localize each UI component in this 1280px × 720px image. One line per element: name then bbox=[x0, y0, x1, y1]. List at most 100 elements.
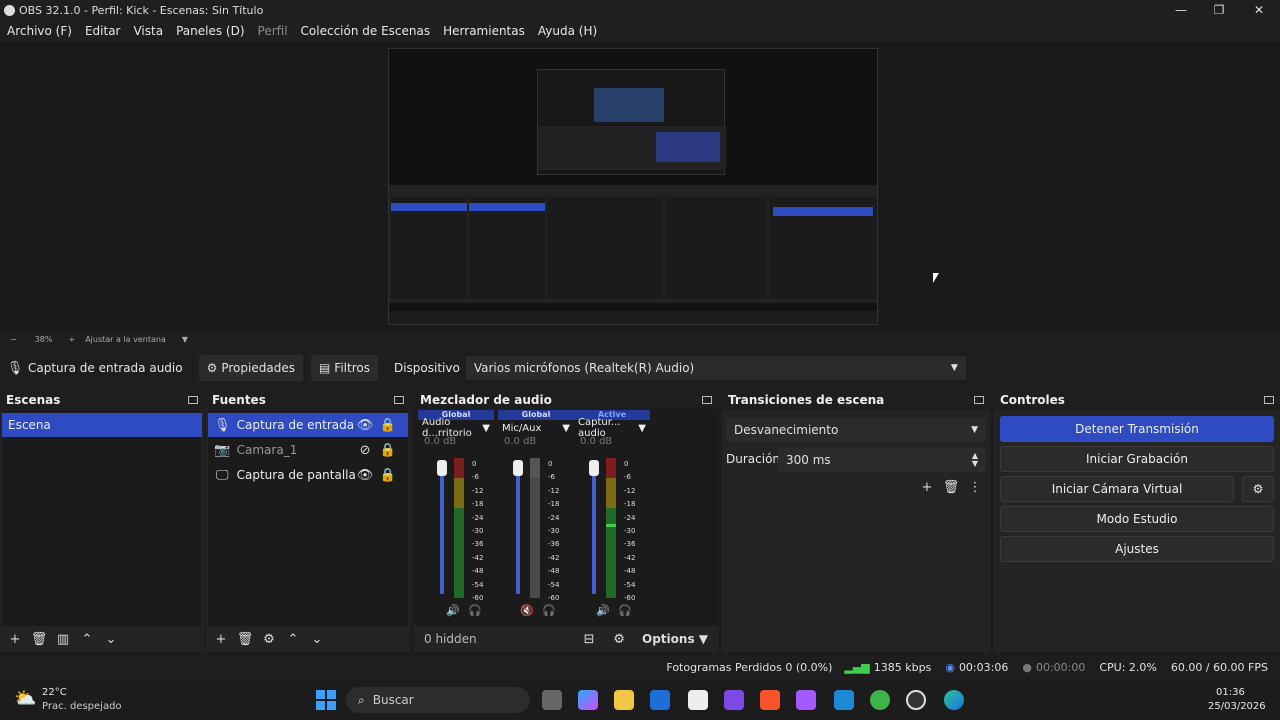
eye-hidden-icon[interactable]: ⊘ bbox=[357, 441, 374, 459]
start-recording-button[interactable]: Iniciar Grabación bbox=[1000, 446, 1274, 472]
menu-perfil[interactable]: Perfil bbox=[258, 24, 288, 38]
volume-knob[interactable] bbox=[513, 460, 523, 476]
obs-icon[interactable] bbox=[906, 690, 926, 710]
menu-coleccion[interactable]: Colección de Escenas bbox=[301, 24, 431, 38]
taskbar-search[interactable]: ⌕ Buscar bbox=[346, 687, 530, 713]
volume-knob[interactable] bbox=[437, 460, 447, 476]
preview-nested-docks bbox=[389, 185, 877, 303]
spin-arrows-icon[interactable]: ▲ ▼ bbox=[972, 452, 978, 468]
eye-icon[interactable]: 👁 bbox=[357, 416, 374, 434]
filter-icon[interactable]: ▥ bbox=[54, 630, 72, 648]
start-virtual-camera-button[interactable]: Iniciar Cámara Virtual bbox=[1000, 476, 1234, 502]
advanced-audio-icon[interactable]: ⚙ bbox=[610, 630, 628, 648]
volume-slider[interactable] bbox=[440, 462, 444, 594]
arrow-down-icon[interactable]: ⌄ bbox=[102, 630, 120, 648]
obs-logo-icon bbox=[4, 4, 15, 16]
undock-icon[interactable] bbox=[394, 396, 404, 404]
start-virtual-camera-label: Iniciar Cámara Virtual bbox=[1051, 482, 1183, 496]
close-button[interactable]: ✕ bbox=[1240, 0, 1278, 20]
volume-knob[interactable] bbox=[589, 460, 599, 476]
more-options-icon[interactable]: ⋮ bbox=[966, 478, 984, 496]
menu-editar[interactable]: Editar bbox=[85, 24, 121, 38]
channel-name-select[interactable]: Captur... audio ▼ bbox=[574, 417, 650, 439]
lock-icon[interactable]: 🔒 bbox=[379, 416, 396, 434]
scenes-title: Escenas bbox=[6, 393, 61, 407]
brave-browser-icon[interactable] bbox=[760, 690, 780, 710]
lock-icon[interactable]: 🔒 bbox=[379, 466, 396, 484]
menu-vista[interactable]: Vista bbox=[133, 24, 163, 38]
add-icon[interactable]: + bbox=[212, 630, 230, 648]
clock-time[interactable]: 01:36 bbox=[1216, 687, 1245, 698]
mixer-options-button[interactable]: Options ▼ bbox=[642, 632, 708, 646]
eye-icon[interactable]: 👁 bbox=[357, 466, 374, 484]
speaker-icon[interactable]: 🔊 bbox=[446, 604, 460, 617]
task-view-icon[interactable] bbox=[542, 690, 562, 710]
zoom-fit-label[interactable]: Ajustar a la ventana bbox=[85, 335, 166, 344]
menu-herramientas[interactable]: Herramientas bbox=[443, 24, 525, 38]
scenes-dock: Escenas Escena + 🗑 ▥ ⌃ ⌄ bbox=[0, 390, 204, 652]
studio-mode-button[interactable]: Modo Estudio bbox=[1000, 506, 1274, 532]
windows-start-icon[interactable] bbox=[316, 690, 336, 710]
menu-paneles[interactable]: Paneles (D) bbox=[176, 24, 244, 38]
file-explorer-icon[interactable] bbox=[614, 690, 634, 710]
razer-icon[interactable] bbox=[870, 690, 890, 710]
notion-icon[interactable] bbox=[688, 690, 708, 710]
microphone-icon: 🎙 bbox=[214, 417, 231, 433]
stop-streaming-button[interactable]: Detener Transmisión bbox=[1000, 416, 1274, 442]
trash-icon[interactable]: 🗑 bbox=[30, 630, 48, 648]
edge-icon[interactable] bbox=[944, 690, 964, 710]
app-icon[interactable] bbox=[724, 690, 744, 710]
arrow-up-icon[interactable]: ⌃ bbox=[78, 630, 96, 648]
minimize-button[interactable]: — bbox=[1162, 0, 1200, 20]
undock-icon[interactable] bbox=[1264, 396, 1274, 404]
trash-icon[interactable]: 🗑 bbox=[942, 478, 960, 496]
headphones-icon[interactable]: 🎧 bbox=[468, 604, 482, 617]
menu-archivo[interactable]: Archivo (F) bbox=[7, 24, 72, 38]
properties-button[interactable]: ⚙ Propiedades bbox=[198, 355, 303, 381]
undock-icon[interactable] bbox=[974, 396, 984, 404]
transitions-title: Transiciones de escena bbox=[728, 393, 885, 407]
device-select[interactable]: Varios micrófonos (Realtek(R) Audio) ▼ bbox=[465, 356, 966, 380]
restore-button[interactable]: ❐ bbox=[1200, 0, 1238, 20]
scene-item[interactable]: Escena bbox=[2, 413, 202, 437]
arrow-down-icon[interactable]: ⌄ bbox=[308, 630, 326, 648]
duration-spinbox[interactable]: 300 ms ▲ ▼ bbox=[778, 448, 986, 472]
menu-ayuda[interactable]: Ayuda (H) bbox=[538, 24, 597, 38]
volume-slider[interactable] bbox=[516, 462, 520, 594]
speaker-icon[interactable]: 🔊 bbox=[596, 604, 610, 617]
headphones-icon[interactable]: 🎧 bbox=[542, 604, 556, 617]
microphone-icon: 🎙 bbox=[6, 360, 24, 376]
source-item[interactable]: 🎙 Captura de entrada audio 👁 🔒 bbox=[208, 413, 408, 437]
transition-select[interactable]: Desvanecimiento ▼ bbox=[726, 418, 986, 442]
channel-name-select[interactable]: Audio d...rritorio ▼ bbox=[418, 417, 494, 439]
trash-icon[interactable]: 🗑 bbox=[236, 630, 254, 648]
add-icon[interactable]: + bbox=[918, 478, 936, 496]
figma-icon[interactable] bbox=[796, 690, 816, 710]
arrow-up-icon[interactable]: ⌃ bbox=[284, 630, 302, 648]
source-item[interactable]: 📷 Camara_1 ⊘ 🔒 bbox=[208, 438, 408, 462]
clock-date[interactable]: 25/03/2026 bbox=[1208, 701, 1266, 712]
weather-icon[interactable]: ⛅ bbox=[14, 688, 36, 709]
add-icon[interactable]: + bbox=[6, 630, 24, 648]
speaker-muted-icon[interactable]: 🔇 bbox=[520, 604, 534, 617]
channel-name: Mic/Aux bbox=[502, 422, 542, 434]
settings-button[interactable]: Ajustes bbox=[1000, 536, 1274, 562]
lock-icon[interactable]: 🔒 bbox=[379, 441, 396, 459]
source-item[interactable]: 🖵 Captura de pantalla 👁 🔒 bbox=[208, 463, 408, 487]
outlook-icon[interactable] bbox=[650, 690, 670, 710]
undock-icon[interactable] bbox=[188, 396, 198, 404]
preview-canvas[interactable] bbox=[388, 48, 878, 325]
undock-icon[interactable] bbox=[702, 396, 712, 404]
channel-name-select[interactable]: Mic/Aux ▼ bbox=[498, 420, 574, 436]
virtual-camera-settings-button[interactable]: ⚙ bbox=[1242, 476, 1274, 502]
zoom-in-button[interactable]: + bbox=[68, 335, 75, 344]
filters-button[interactable]: ▤ Filtros bbox=[310, 355, 378, 381]
gear-icon[interactable]: ⚙ bbox=[260, 630, 278, 648]
layout-icon[interactable]: ⊟ bbox=[580, 630, 598, 648]
zoom-out-button[interactable]: − bbox=[10, 335, 17, 344]
headphones-icon[interactable]: 🎧 bbox=[618, 604, 632, 617]
volume-slider[interactable] bbox=[592, 462, 596, 594]
copilot-icon[interactable] bbox=[578, 690, 598, 710]
vscode-icon[interactable] bbox=[834, 690, 854, 710]
zoom-dropdown-icon[interactable]: ▼ bbox=[182, 335, 188, 344]
